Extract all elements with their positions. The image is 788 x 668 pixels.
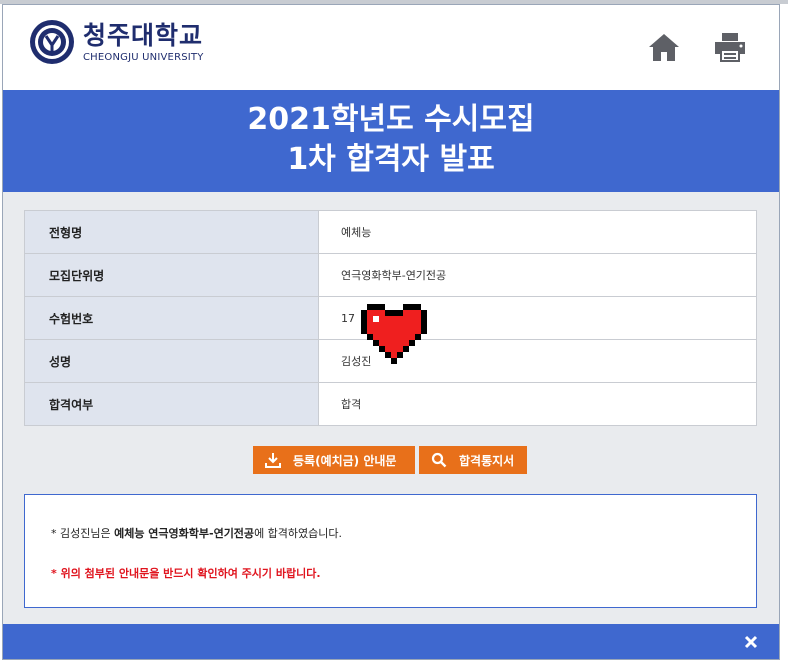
banner-title: 2021학년도 수시모집 <box>247 102 535 137</box>
close-icon[interactable] <box>743 634 759 650</box>
registration-guide-label: 등록(예치금) 안내문 <box>293 453 397 468</box>
acceptance-message: * 김성진님은 예체능 연극영화학부-연기전공에 합격하였습니다. <box>51 525 342 541</box>
banner-subtitle: 1차 합격자 발표 <box>287 142 495 177</box>
acceptance-notice-label: 합격통지서 <box>459 453 515 468</box>
logo-english-text: CHEONGJU UNIVERSITY <box>83 51 204 63</box>
university-emblem-icon <box>30 20 74 64</box>
acceptance-notice-button[interactable]: 합격통지서 <box>419 446 527 474</box>
registration-guide-button[interactable]: 등록(예치금) 안내문 <box>253 446 415 474</box>
result-popup: 청주대학교 CHEONGJU UNIVERSITY 2021학년도 수시모집 1… <box>2 4 780 660</box>
row-label: 성명 <box>24 339 319 383</box>
pixel-heart-icon <box>361 304 427 364</box>
home-icon[interactable] <box>648 31 680 63</box>
result-content: 전형명 예체능 모집단위명 연극영화학부-연기전공 수험번호 17 성명 김성진 합격여부 합격 … <box>3 192 779 624</box>
header: 청주대학교 CHEONGJU UNIVERSITY <box>3 5 779 89</box>
row-label: 모집단위명 <box>24 253 319 297</box>
popup-footer <box>3 624 779 659</box>
row-label: 수험번호 <box>24 296 319 340</box>
row-value: 연극영화학부-연기전공 <box>318 253 757 297</box>
acceptance-message-highlight: 예체능 연극영화학부-연기전공 <box>114 527 255 540</box>
row-value: 합격 <box>318 382 757 426</box>
search-icon <box>431 452 447 468</box>
row-label: 합격여부 <box>24 382 319 426</box>
download-icon <box>265 453 281 468</box>
table-row: 모집단위명 연극영화학부-연기전공 <box>24 253 757 297</box>
acceptance-message-prefix: * 김성진님은 <box>51 527 115 540</box>
window-right-edge <box>782 4 788 668</box>
action-buttons: 등록(예치금) 안내문 합격통지서 <box>253 446 527 474</box>
logo-korean-text: 청주대학교 <box>83 20 204 50</box>
title-banner: 2021학년도 수시모집 1차 합격자 발표 <box>3 90 779 192</box>
table-row: 전형명 예체능 <box>24 210 757 254</box>
row-value: 예체능 <box>318 210 757 254</box>
notice-box: * 김성진님은 예체능 연극영화학부-연기전공에 합격하였습니다. * 위의 첨… <box>24 494 757 608</box>
university-logo: 청주대학교 CHEONGJU UNIVERSITY <box>29 19 204 65</box>
warning-message: * 위의 첨부된 안내문을 반드시 확인하여 주시기 바랍니다. <box>51 567 321 580</box>
acceptance-message-suffix: 에 합격하였습니다. <box>254 527 343 540</box>
row-label: 전형명 <box>24 210 319 254</box>
table-row: 합격여부 합격 <box>24 382 757 426</box>
print-icon[interactable] <box>713 31 747 63</box>
